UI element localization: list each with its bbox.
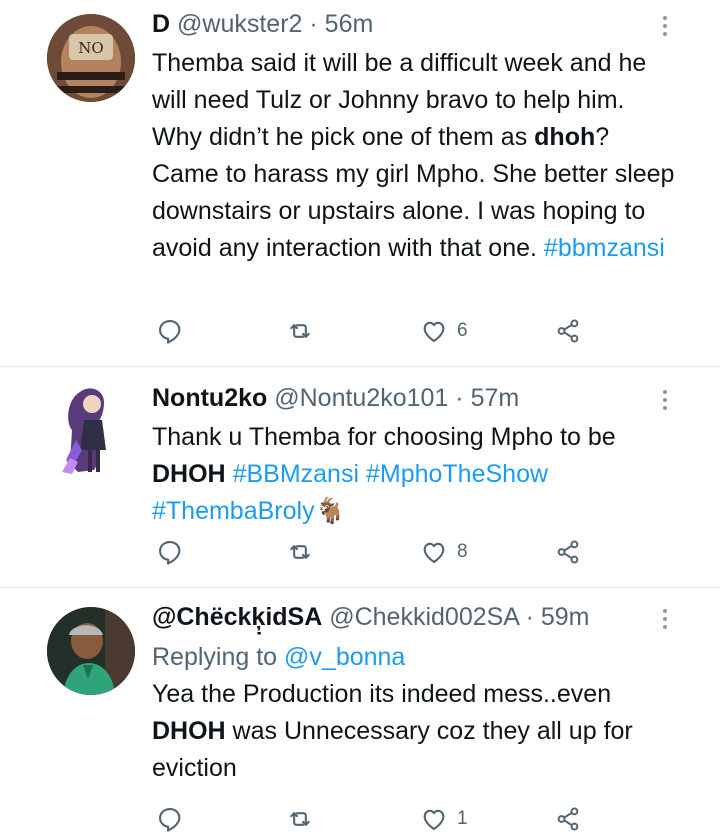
retweet-icon: [290, 545, 310, 559]
avatar[interactable]: [47, 607, 135, 695]
text-segment: Yea the Production its indeed mess..even: [152, 680, 612, 708]
avatar[interactable]: [50, 380, 130, 480]
separator: ·: [455, 384, 464, 412]
like-icon: [423, 809, 445, 830]
share-icon: [557, 807, 579, 831]
like-button[interactable]: 1: [420, 803, 468, 835]
tweet-actions: 8: [152, 536, 592, 568]
handle[interactable]: @Chekkid002SA: [329, 603, 518, 631]
reply-button[interactable]: [156, 315, 184, 347]
goat-emoji: 🐐: [314, 497, 346, 525]
replying-to-label: Replying to: [152, 643, 278, 671]
share-button[interactable]: [554, 803, 582, 835]
handle[interactable]: @wukster2: [177, 10, 302, 38]
more-icon[interactable]: [662, 609, 668, 633]
display-name[interactable]: @Chëckķ̣idSA: [152, 603, 322, 631]
retweet-icon: [290, 324, 310, 338]
highlighted-term: dhoh: [534, 123, 596, 151]
like-count: 6: [457, 320, 468, 341]
more-icon[interactable]: [662, 16, 668, 40]
text-segment: [359, 460, 366, 488]
hashtag-link[interactable]: #MphoTheShow: [366, 460, 548, 488]
tweet-actions: 6: [152, 315, 592, 347]
display-name[interactable]: D: [152, 10, 170, 38]
like-count: 8: [457, 541, 468, 562]
replying-to: Replying to @v_bonna: [152, 641, 680, 673]
reply-icon: [159, 808, 181, 832]
avatar-photo: [47, 607, 135, 695]
highlighted-term: DHOH: [152, 460, 226, 488]
avatar-photo: NO: [47, 14, 135, 102]
retweet-button[interactable]: [286, 536, 314, 568]
hashtag-link[interactable]: #bbmzansi: [544, 234, 665, 262]
share-button[interactable]: [554, 315, 582, 347]
retweet-icon: [290, 812, 310, 826]
avatar[interactable]: NO: [47, 14, 135, 102]
timestamp[interactable]: 57m: [471, 384, 520, 412]
text-segment: Thank u Themba for choosing Mpho to be: [152, 423, 616, 451]
replying-to-handle[interactable]: @v_bonna: [284, 643, 405, 671]
reply-button[interactable]: [156, 803, 184, 835]
like-button[interactable]: 8: [420, 536, 468, 568]
share-icon: [557, 540, 579, 564]
highlighted-term: DHOH: [152, 717, 226, 745]
like-icon: [423, 542, 445, 563]
timestamp[interactable]: 59m: [541, 603, 590, 631]
share-icon: [557, 319, 579, 343]
divider: [0, 587, 720, 588]
tweet-text: Yea the Production its indeed mess..even…: [152, 676, 680, 787]
divider: [0, 366, 720, 367]
separator: ·: [309, 10, 318, 38]
more-icon[interactable]: [662, 390, 668, 414]
tweet-actions: 1: [152, 803, 592, 835]
reply-button[interactable]: [156, 536, 184, 568]
text-segment: [226, 460, 233, 488]
hashtag-link[interactable]: #BBMzansi: [233, 460, 359, 488]
avatar-sign-text: NO: [78, 39, 103, 57]
share-button[interactable]: [554, 536, 582, 568]
handle[interactable]: @Nontu2ko101: [274, 384, 448, 412]
tweet-header: D @wukster2 · 56m: [152, 8, 680, 40]
tweet-text: Themba said it will be a difficult week …: [152, 45, 680, 267]
like-button[interactable]: 6: [420, 315, 468, 347]
reply-icon: [159, 320, 181, 344]
tweet-header: Nontu2ko @Nontu2ko101 · 57m: [152, 382, 680, 414]
tweet-header: @Chëckķ̣idSA @Chekkid002SA · 59m: [152, 601, 680, 633]
avatar-illustration: [62, 388, 106, 474]
retweet-button[interactable]: [286, 803, 314, 835]
reply-icon: [159, 541, 181, 565]
retweet-button[interactable]: [286, 315, 314, 347]
tweet-text: Thank u Themba for choosing Mpho to be D…: [152, 419, 680, 530]
like-icon: [423, 321, 445, 342]
hashtag-link[interactable]: #ThembaBroly: [152, 497, 315, 525]
timestamp[interactable]: 56m: [325, 10, 374, 38]
display-name[interactable]: Nontu2ko: [152, 384, 267, 412]
like-count: 1: [457, 808, 468, 829]
separator: ·: [525, 603, 534, 631]
